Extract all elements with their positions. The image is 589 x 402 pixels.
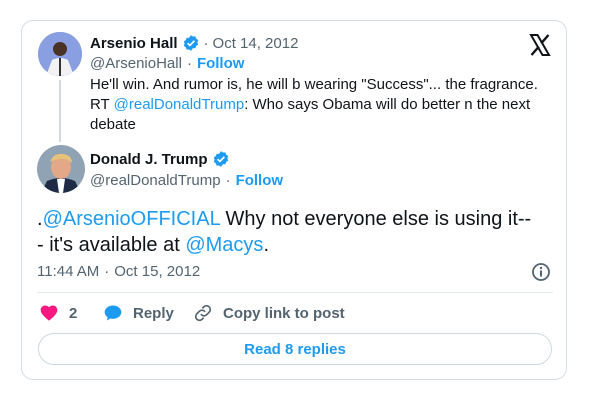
follow-button-trump[interactable]: Follow bbox=[236, 172, 284, 189]
main-handle[interactable]: @realDonaldTrump bbox=[90, 172, 221, 189]
mention-realdonaldtrump[interactable]: @realDonaldTrump bbox=[114, 96, 245, 113]
quoted-header: Arsenio Hall · Oct 14, 2012 bbox=[90, 34, 298, 52]
like-count: 2 bbox=[69, 304, 78, 322]
quoted-subheader: @ArsenioHall · Follow bbox=[90, 55, 244, 72]
reply-button[interactable]: Reply bbox=[103, 303, 174, 323]
separator-dot: · bbox=[203, 34, 209, 52]
heart-icon bbox=[39, 303, 59, 323]
verified-badge-icon bbox=[182, 34, 200, 52]
copy-link-button[interactable]: Copy link to post bbox=[193, 303, 345, 323]
separator-dot: · bbox=[225, 172, 231, 189]
copy-link-label: Copy link to post bbox=[223, 304, 345, 322]
x-logo-icon[interactable] bbox=[528, 33, 552, 57]
quoted-author-name[interactable]: Arsenio Hall bbox=[90, 35, 178, 52]
main-text-suffix: . bbox=[263, 234, 269, 256]
divider bbox=[37, 292, 553, 293]
quoted-date[interactable]: Oct 14, 2012 bbox=[213, 35, 299, 52]
main-author-name[interactable]: Donald J. Trump bbox=[90, 151, 208, 168]
follow-button-arsenio[interactable]: Follow bbox=[197, 55, 245, 72]
info-icon[interactable] bbox=[531, 262, 551, 282]
thread-line bbox=[59, 80, 61, 142]
avatar-donald-trump[interactable] bbox=[37, 145, 85, 193]
mention-macys[interactable]: @Macys bbox=[185, 234, 263, 256]
link-icon bbox=[193, 303, 213, 323]
separator-dot: · bbox=[104, 263, 110, 280]
tweet-date[interactable]: Oct 15, 2012 bbox=[114, 263, 200, 280]
mention-arsenio-official[interactable]: @ArsenioOFFICIAL bbox=[43, 208, 220, 230]
main-tweet-text: .@ArsenioOFFICIAL Why not everyone else … bbox=[37, 206, 537, 258]
separator-dot: · bbox=[186, 55, 192, 72]
read-replies-label: Read 8 replies bbox=[244, 340, 346, 358]
tweet-timestamp: 11:44 AM · Oct 15, 2012 bbox=[37, 263, 200, 280]
verified-badge-icon bbox=[212, 150, 230, 168]
quoted-text-rt: RT bbox=[90, 96, 114, 113]
avatar-arsenio-hall[interactable] bbox=[38, 32, 82, 76]
quoted-text-line: He'll win. And rumor is, he will b weari… bbox=[90, 76, 538, 93]
main-header: Donald J. Trump bbox=[90, 150, 230, 168]
reply-bubble-icon bbox=[103, 303, 123, 323]
read-replies-button[interactable]: Read 8 replies bbox=[38, 333, 552, 365]
main-subheader: @realDonaldTrump · Follow bbox=[90, 172, 283, 189]
tweet-card bbox=[21, 20, 567, 380]
quoted-handle[interactable]: @ArsenioHall bbox=[90, 55, 182, 72]
quoted-tweet-text: He'll win. And rumor is, he will b weari… bbox=[90, 75, 560, 135]
reply-label: Reply bbox=[133, 304, 174, 322]
like-button[interactable]: 2 bbox=[39, 303, 77, 323]
tweet-time[interactable]: 11:44 AM bbox=[37, 263, 99, 280]
